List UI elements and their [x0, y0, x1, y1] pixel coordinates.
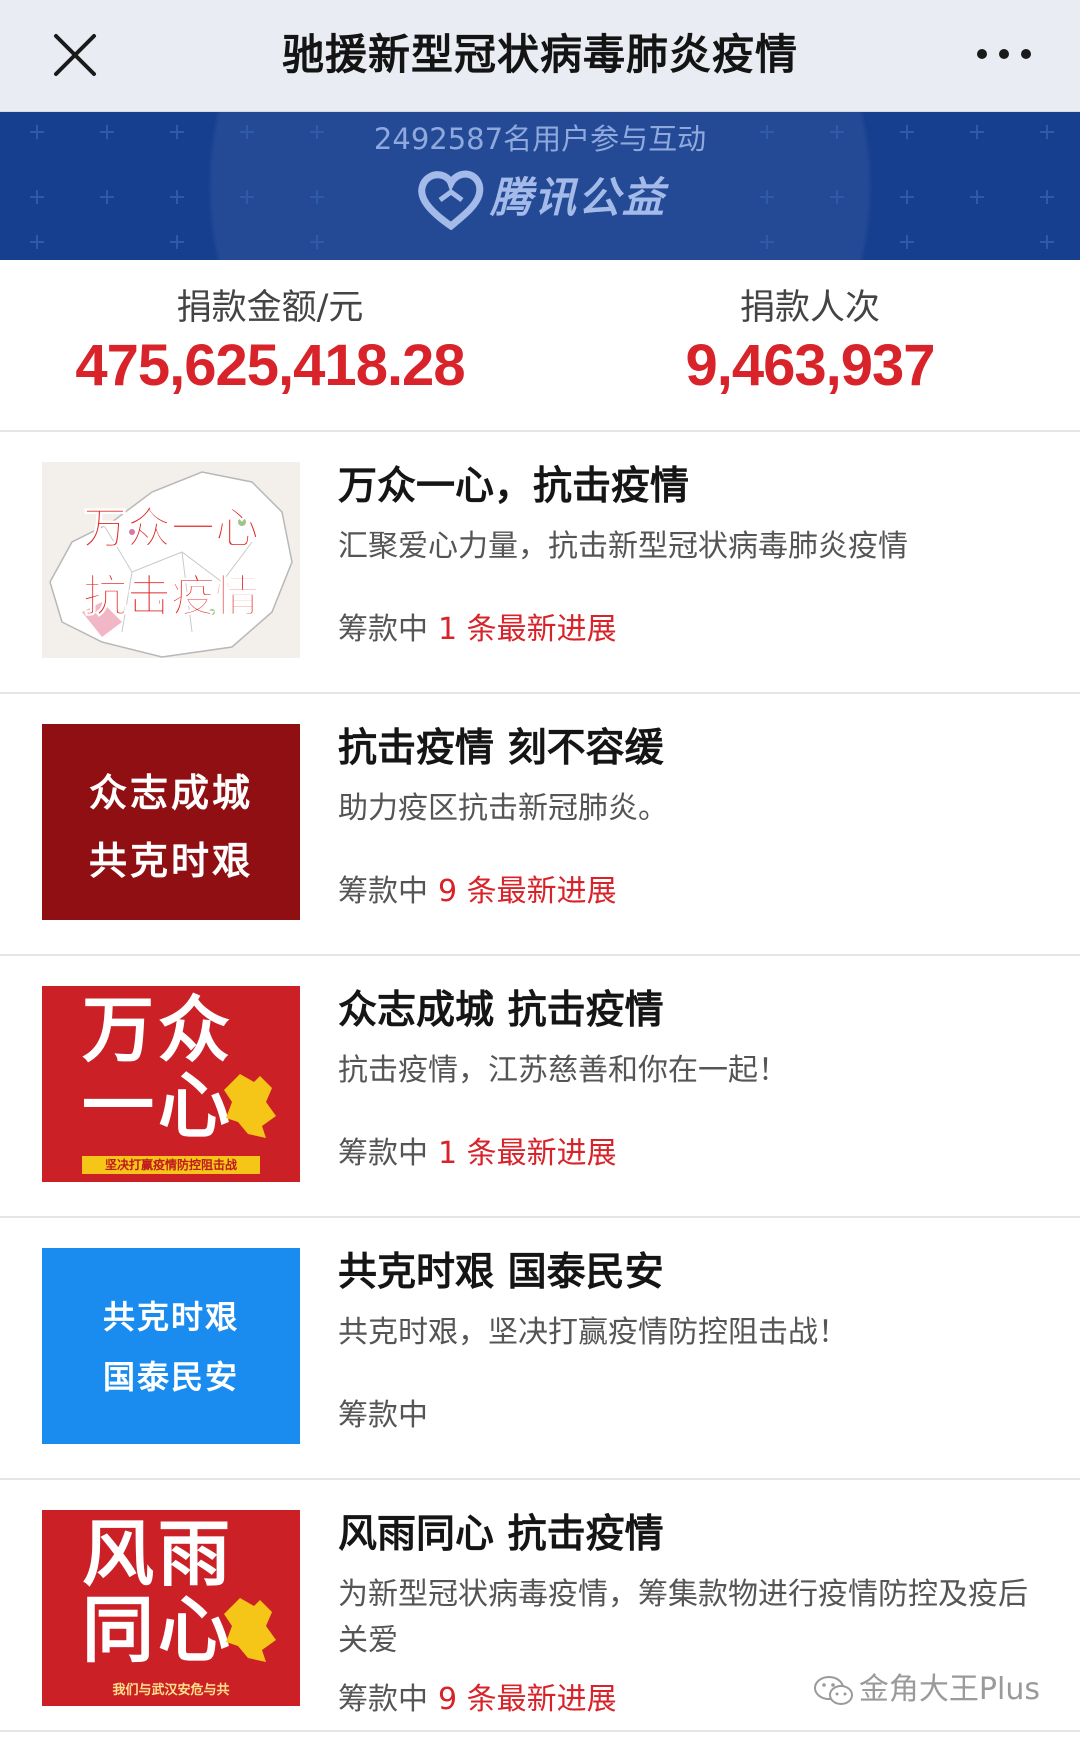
project-item[interactable]: 万众 一心 坚决打赢疫情防控阻击战 众志成城 抗击疫情 抗击疫情，江苏慈善和你在… [0, 956, 1080, 1218]
project-thumbnail: 风雨 同心 我们与武汉安危与共 [42, 1510, 300, 1706]
amount-stat: 捐款金额/元 475,625,418.28 [60, 286, 480, 402]
wechat-icon [813, 1675, 853, 1705]
more-icon[interactable] [974, 42, 1034, 66]
status-text: 筹款中 [338, 612, 428, 647]
page-title: 驰援新型冠状病毒肺炎疫情 [281, 30, 798, 79]
thumb-caption: 坚决打赢疫情防控阻击战 [82, 1156, 260, 1174]
project-description: 抗击疫情，江苏慈善和你在一起！ [338, 1053, 788, 1088]
amount-label: 捐款金额/元 [176, 288, 364, 328]
thumb-line-2: 共克时艰 [88, 839, 253, 883]
project-description: 汇聚爱心力量，抗击新型冠状病毒肺炎疫情 [338, 529, 908, 564]
project-item[interactable]: 共克时艰 国泰民安 共克时艰 国泰民安 共克时艰，坚决打赢疫情防控阻击战！ 筹款… [0, 1218, 1080, 1480]
thumb-caption: 我们与武汉安危与共 [112, 1683, 230, 1698]
project-thumbnail: 众志成城 共克时艰 [42, 724, 300, 920]
project-status: 筹款中 9 条最新进展 [338, 1680, 617, 1720]
donors-stat: 捐款人次 9,463,937 [620, 286, 1000, 402]
project-thumbnail: 万众 一心 坚决打赢疫情防控阻击战 [42, 986, 300, 1182]
updates-link[interactable]: 1 条最新进展 [438, 1136, 617, 1171]
participants-count: 2492587名用户参与互动 [373, 122, 707, 156]
thumb-line-2: 抗击疫情 [83, 571, 260, 623]
project-thumbnail: 共克时艰 国泰民安 [42, 1248, 300, 1444]
project-thumbnail: 万众一心 抗击疫情 [42, 462, 300, 658]
project-title: 万众一心，抗击疫情 [338, 464, 690, 509]
thumb-line-1: 万众一心 [83, 503, 260, 555]
thumb-line-1: 万众 [82, 988, 235, 1072]
logo-text: 腾讯公益 [490, 173, 667, 222]
heart-logo-icon [418, 170, 484, 230]
province-map-icon [224, 1598, 276, 1662]
thumb-line-1: 共克时艰 [102, 1298, 239, 1336]
updates-link[interactable]: 9 条最新进展 [438, 1682, 617, 1717]
account-watermark: 金角大王Plus [813, 1666, 1040, 1714]
donors-value: 9,463,937 [685, 333, 935, 398]
updates-link[interactable]: 9 条最新进展 [438, 874, 617, 909]
amount-value: 475,625,418.28 [75, 333, 465, 398]
status-text: 筹款中 [338, 1136, 428, 1171]
campaign-banner: 2492587名用户参与互动 腾讯公益 [0, 112, 1080, 260]
project-description: 共克时艰，坚决打赢疫情防控阻击战！ [338, 1315, 848, 1350]
donors-label: 捐款人次 [739, 288, 880, 328]
project-status: 筹款中 1 条最新进展 [338, 610, 617, 650]
project-status: 筹款中 [338, 1396, 428, 1436]
project-title: 共克时艰 国泰民安 [338, 1250, 664, 1295]
project-title: 风雨同心 抗击疫情 [338, 1512, 664, 1557]
nav-bar: 驰援新型冠状病毒肺炎疫情 [0, 0, 1080, 112]
province-map-icon [224, 1074, 276, 1138]
project-title: 抗击疫情 刻不容缓 [338, 726, 664, 771]
updates-link[interactable]: 1 条最新进展 [438, 612, 617, 647]
status-text: 筹款中 [338, 874, 428, 909]
thumb-line-2: 国泰民安 [102, 1358, 239, 1396]
donation-stats: 捐款金额/元 475,625,418.28 捐款人次 9,463,937 [0, 260, 1080, 432]
thumb-line-1: 风雨 [82, 1512, 235, 1596]
project-title: 众志成城 抗击疫情 [338, 988, 664, 1033]
project-item[interactable]: 众志成城 共克时艰 抗击疫情 刻不容缓 助力疫区抗击新冠肺炎。 筹款中 9 条最新… [0, 694, 1080, 956]
close-icon[interactable] [50, 30, 100, 80]
status-text: 筹款中 [338, 1682, 428, 1717]
project-status: 筹款中 1 条最新进展 [338, 1134, 617, 1174]
project-status: 筹款中 9 条最新进展 [338, 872, 617, 912]
project-description: 为新型冠状病毒疫情，筹集款物进行疫情防控及疫后关爱 [338, 1577, 1028, 1658]
project-description: 助力疫区抗击新冠肺炎。 [338, 791, 668, 826]
thumb-line-1: 众志成城 [88, 771, 253, 815]
project-item[interactable]: 万众一心 抗击疫情 万众一心，抗击疫情 汇聚爱心力量，抗击新型冠状病毒肺炎疫情 … [0, 432, 1080, 694]
status-text: 筹款中 [338, 1398, 428, 1433]
watermark-text: 金角大王Plus [858, 1672, 1040, 1707]
tencent-charity-logo: 腾讯公益 [418, 168, 668, 234]
